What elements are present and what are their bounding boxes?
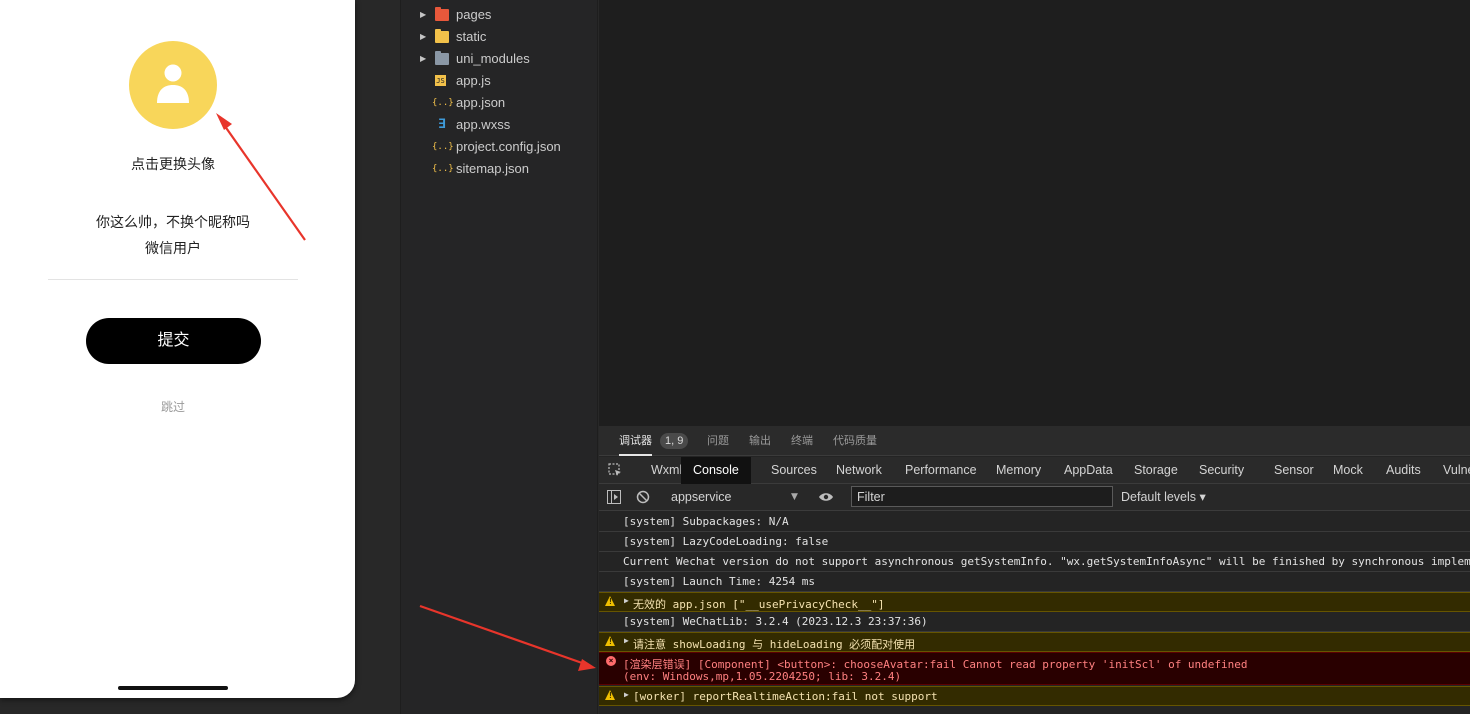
tree-item-label: uni_modules <box>456 51 530 66</box>
simulator-phone: 点击更换头像 你这么帅，不换个昵称吗 微信用户 提交 跳过 <box>0 0 355 698</box>
tab-code-quality[interactable]: 代码质量 <box>833 426 877 456</box>
change-avatar-label[interactable]: 点击更换头像 <box>0 154 346 174</box>
tree-item-label: app.json <box>456 95 506 110</box>
tab-terminal[interactable]: 终端 <box>791 426 813 456</box>
tab-memory[interactable]: Memory <box>996 457 1041 484</box>
console-message-text: [system] Subpackages: N/A <box>623 515 789 528</box>
chevron-right-icon[interactable]: ▶ <box>420 4 426 26</box>
tab-storage[interactable]: Storage <box>1134 457 1178 484</box>
file-explorer: ▶ pages ▶ static ▶ uni_modules JS app.js {..} app… <box>400 0 598 714</box>
warning-icon <box>605 690 615 700</box>
tree-item-label: app.js <box>456 73 491 88</box>
tab-wxml[interactable]: Wxml <box>651 457 682 484</box>
tab-console[interactable]: Console <box>681 457 751 484</box>
console-message[interactable]: [system] LazyCodeLoading: false <box>599 532 1470 552</box>
json-file-icon: {..} <box>432 98 454 108</box>
console-message[interactable]: [system] WeChatLib: 3.2.4 (2023.12.3 23:… <box>599 612 1470 632</box>
css-file-icon: ∃ <box>438 117 446 132</box>
console-message[interactable]: ▶ 无效的 app.json ["__usePrivacyCheck__"] <box>599 592 1470 612</box>
chevron-right-icon[interactable]: ▶ <box>420 26 426 48</box>
tree-item[interactable]: ∃ app.wxss <box>401 114 599 136</box>
console-message-text: 无效的 app.json ["__usePrivacyCheck__"] <box>633 598 885 611</box>
console-message[interactable]: [system] Launch Time: 4254 ms <box>599 572 1470 592</box>
console-message[interactable]: × [渲染层错误] [Component] <button>: chooseAva… <box>599 652 1470 685</box>
console-toolbar: appservice ▼ Default levels ▾ <box>599 484 1470 511</box>
tab-sensor[interactable]: Sensor <box>1274 457 1314 484</box>
devtools-top-tabs: 调试器 1, 9 问题 输出 终端 代码质量 <box>599 426 1470 456</box>
nickname-prompt: 你这么帅，不换个昵称吗 <box>96 215 250 231</box>
context-select[interactable]: appservice <box>665 488 805 507</box>
tab-issues[interactable]: 问题 <box>707 426 729 456</box>
skip-link[interactable]: 跳过 <box>0 398 346 415</box>
filter-input[interactable] <box>851 486 1113 507</box>
json-file-icon: {..} <box>432 164 454 174</box>
tab-vulne[interactable]: Vulne <box>1443 457 1470 484</box>
folder-pages-icon <box>435 7 449 21</box>
json-file-icon: {..} <box>432 142 454 152</box>
folder-icon <box>435 29 449 43</box>
tree-item[interactable]: {..} app.json <box>401 92 599 114</box>
tab-mock[interactable]: Mock <box>1333 457 1363 484</box>
divider <box>48 279 298 280</box>
count-badge: 1, 9 <box>660 433 689 449</box>
sidebar-toggle-icon[interactable] <box>607 490 621 504</box>
tree-item-label: project.config.json <box>456 139 561 154</box>
error-icon: × <box>606 656 616 666</box>
tab-audits[interactable]: Audits <box>1386 457 1421 484</box>
tab-network[interactable]: Network <box>836 457 882 484</box>
nickname-input[interactable]: 微信用户 <box>0 238 346 258</box>
console-message-text: Current Wechat version do not support as… <box>623 555 1470 568</box>
home-indicator <box>118 686 228 690</box>
expand-icon[interactable]: ▶ <box>624 690 629 699</box>
avatar-button[interactable] <box>129 41 217 129</box>
console-message-text: [system] WeChatLib: 3.2.4 (2023.12.3 23:… <box>623 615 928 628</box>
tab-security[interactable]: Security <box>1199 457 1244 484</box>
tab-appdata[interactable]: AppData <box>1064 457 1113 484</box>
expand-icon[interactable]: ▶ <box>624 636 629 645</box>
console-message-text: [worker] reportRealtimeAction:fail not s… <box>633 690 938 703</box>
tree-item[interactable]: ▶ pages <box>401 4 599 26</box>
folder-icon <box>435 51 449 65</box>
console-message[interactable]: [system] Subpackages: N/A <box>599 512 1470 532</box>
console-message-text: [system] LazyCodeLoading: false <box>623 535 829 548</box>
tree-item[interactable]: {..} project.config.json <box>401 136 599 158</box>
console-message[interactable]: ▶ [worker] reportRealtimeAction:fail not … <box>599 686 1470 706</box>
tab-output[interactable]: 输出 <box>749 426 771 456</box>
console-message-detail: (env: Windows,mp,1.05.2204250; lib: 3.2.… <box>623 670 902 683</box>
console-message-text: [system] Launch Time: 4254 ms <box>623 575 816 588</box>
log-levels-dropdown[interactable]: Default levels ▾ <box>1121 488 1206 507</box>
console-message[interactable]: ▶ 请注意 showLoading 与 hideLoading 必须配对使用 <box>599 632 1470 652</box>
devtools-panel: 调试器 1, 9 问题 输出 终端 代码质量 Wxml Console Source… <box>599 426 1470 714</box>
chevron-down-icon: ▼ <box>791 492 798 502</box>
clear-console-icon[interactable] <box>636 490 650 504</box>
console-output: [system] Subpackages: N/A [system] LazyCo… <box>599 512 1470 714</box>
console-message[interactable]: Current Wechat version do not support as… <box>599 552 1470 572</box>
expand-icon[interactable]: ▶ <box>624 596 629 605</box>
tab-performance[interactable]: Performance <box>905 457 977 484</box>
tab-debugger[interactable]: 调试器 <box>619 426 652 456</box>
warning-icon <box>605 636 615 646</box>
warning-icon <box>605 596 615 606</box>
tree-item[interactable]: {..} sitemap.json <box>401 158 599 180</box>
inspect-element-icon[interactable] <box>608 463 623 478</box>
tree-item-label: app.wxss <box>456 117 511 132</box>
chevron-right-icon[interactable]: ▶ <box>420 48 426 70</box>
tree-item-label: sitemap.json <box>456 161 529 176</box>
tree-item-label: pages <box>456 7 492 22</box>
tree-item[interactable]: JS app.js <box>401 70 599 92</box>
submit-button[interactable]: 提交 <box>86 318 261 364</box>
devtools-tabs: Wxml Console Sources Network Performance Memo… <box>599 457 1470 484</box>
tree-item[interactable]: ▶ static <box>401 26 599 48</box>
console-message-text: 请注意 showLoading 与 hideLoading 必须配对使用 <box>633 638 916 651</box>
tree-item[interactable]: ▶ uni_modules <box>401 48 599 70</box>
js-file-icon: JS <box>435 75 446 86</box>
tab-sources[interactable]: Sources <box>771 457 817 484</box>
user-icon <box>157 64 189 103</box>
editor-area <box>599 0 1470 426</box>
eye-icon[interactable] <box>818 491 834 503</box>
tree-item-label: static <box>456 29 487 44</box>
